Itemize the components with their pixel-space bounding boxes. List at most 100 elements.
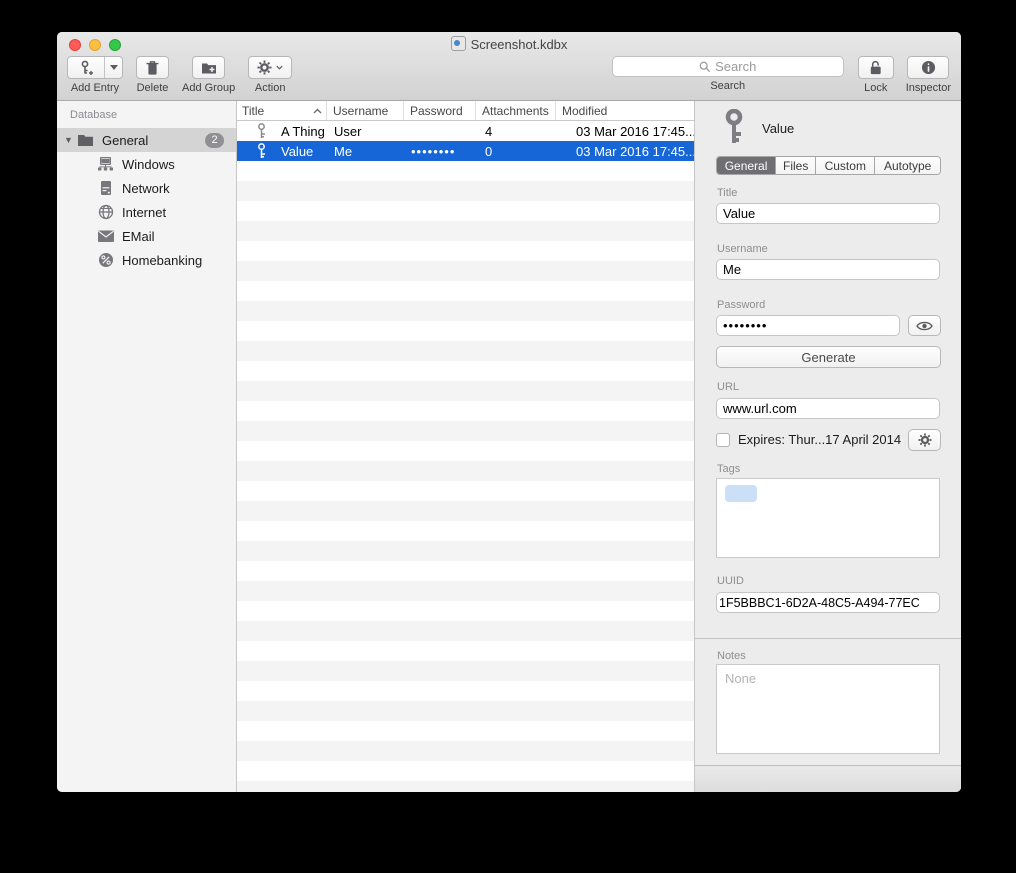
url-field-label: URL — [717, 381, 739, 393]
unlocked-padlock-icon — [868, 60, 883, 76]
document-icon — [451, 36, 466, 51]
tab-autotype[interactable]: Autotype — [875, 157, 940, 174]
lock-button[interactable] — [858, 56, 894, 79]
entry-title: Value — [281, 144, 313, 159]
chevron-down-icon — [276, 65, 283, 70]
sidebar-item-label: Homebanking — [122, 253, 202, 268]
lock-label: Lock — [864, 82, 887, 94]
expire-date-settings-button[interactable] — [908, 429, 941, 451]
entry-username: User — [327, 124, 404, 139]
delete-group: Delete — [136, 56, 169, 94]
inspector-footer — [695, 765, 961, 792]
disclosure-triangle-icon[interactable]: ▼ — [64, 135, 74, 145]
inspector-group: Inspector — [906, 56, 951, 94]
entry-table-body: A Thing User 4 03 Mar 2016 17:45... — [237, 121, 694, 792]
tags-field[interactable] — [716, 478, 940, 558]
group-sidebar: Database ▼ General 2 — [57, 101, 237, 792]
column-header-attachments[interactable]: Attachments — [476, 101, 556, 120]
search-icon — [699, 61, 711, 73]
server-icon — [97, 180, 114, 196]
percent-circle-icon — [97, 252, 114, 268]
inspector-entry-title: Value — [762, 121, 794, 136]
search-group: Search Search — [612, 56, 844, 92]
add-entry-label: Add Entry — [71, 82, 119, 94]
url-field[interactable] — [716, 398, 940, 419]
notes-field[interactable]: None — [716, 664, 940, 754]
tag-token[interactable] — [725, 485, 757, 502]
expires-row: Expires: Thur...17 April 2014 — [716, 432, 901, 447]
expires-checkbox[interactable] — [716, 433, 730, 447]
add-entry-group: Add Entry — [67, 56, 123, 94]
key-icon — [256, 143, 270, 159]
column-header-password[interactable]: Password — [404, 101, 476, 120]
uuid-field[interactable] — [716, 592, 940, 613]
notes-placeholder: None — [725, 671, 756, 686]
uuid-field-label: UUID — [717, 575, 744, 587]
entry-attachments: 0 — [476, 144, 556, 159]
app-window: Screenshot.kdbx Add Entry — [57, 32, 961, 792]
notes-field-label: Notes — [717, 650, 746, 662]
column-header-username[interactable]: Username — [327, 101, 404, 120]
search-input[interactable]: Search — [612, 56, 844, 77]
search-label: Search — [710, 80, 745, 92]
sidebar-item-label: EMail — [122, 229, 155, 244]
generate-button[interactable]: Generate — [716, 346, 941, 368]
sidebar-item-homebanking[interactable]: Homebanking — [57, 248, 236, 272]
entry-attachments: 4 — [476, 124, 556, 139]
entry-list: Title Username Password Attachments Modi… — [237, 101, 695, 792]
add-group-label: Add Group — [182, 82, 235, 94]
tab-custom[interactable]: Custom — [816, 157, 875, 174]
column-header-title[interactable]: Title — [237, 101, 327, 120]
window-chrome: Screenshot.kdbx Add Entry — [57, 32, 961, 101]
add-entry-button[interactable] — [67, 56, 123, 79]
tab-general[interactable]: General — [717, 157, 776, 174]
add-group-button[interactable] — [192, 56, 225, 79]
eye-icon — [916, 320, 933, 332]
key-icon — [256, 123, 270, 139]
password-field[interactable] — [716, 315, 900, 336]
inspector-panel: Value General Files Custom Autotype Titl… — [695, 101, 961, 792]
sidebar-item-general[interactable]: ▼ General 2 — [57, 128, 236, 152]
tab-files[interactable]: Files — [776, 157, 816, 174]
username-field[interactable] — [716, 259, 940, 280]
sidebar-item-windows[interactable]: Windows — [57, 152, 236, 176]
inspector-label: Inspector — [906, 82, 951, 94]
column-header-modified[interactable]: Modified — [556, 101, 694, 120]
sidebar-item-internet[interactable]: Internet — [57, 200, 236, 224]
reveal-password-button[interactable] — [908, 315, 941, 336]
title-field[interactable] — [716, 203, 940, 224]
delete-label: Delete — [137, 82, 169, 94]
key-plus-icon — [68, 57, 105, 78]
entry-title: A Thing — [281, 124, 325, 139]
add-group-group: Add Group — [182, 56, 235, 94]
main-content: Database ▼ General 2 — [57, 101, 961, 792]
gear-icon — [257, 60, 272, 75]
folder-icon — [77, 133, 94, 147]
sidebar-item-label: General — [102, 133, 148, 148]
username-field-label: Username — [717, 243, 768, 255]
key-icon-large — [722, 109, 746, 145]
sort-ascending-icon — [313, 108, 322, 114]
toolbar-right: Search Search Lock — [612, 56, 951, 94]
sidebar-item-label: Network — [122, 181, 170, 196]
sidebar-subgroups: Windows Network — [57, 152, 236, 272]
envelope-icon — [97, 230, 114, 242]
entry-table-header: Title Username Password Attachments Modi… — [237, 101, 694, 121]
section-divider — [695, 638, 961, 639]
action-button[interactable] — [248, 56, 292, 79]
trash-icon — [145, 60, 160, 76]
sidebar-item-email[interactable]: EMail — [57, 224, 236, 248]
inspector-button[interactable] — [907, 56, 949, 79]
password-field-label: Password — [717, 299, 765, 311]
sidebar-item-network[interactable]: Network — [57, 176, 236, 200]
table-row-selected[interactable]: Value Me •••••••• 0 03 Mar 2016 17:45... — [237, 141, 694, 161]
folder-plus-icon — [201, 61, 217, 75]
entry-username: Me — [327, 144, 404, 159]
chevron-down-icon[interactable] — [105, 57, 122, 78]
action-group: Action — [248, 56, 292, 94]
entry-count-badge: 2 — [205, 133, 224, 148]
window-title: Screenshot.kdbx — [57, 36, 961, 52]
table-row[interactable]: A Thing User 4 03 Mar 2016 17:45... — [237, 121, 694, 141]
lock-group: Lock — [858, 56, 894, 94]
delete-button[interactable] — [136, 56, 169, 79]
